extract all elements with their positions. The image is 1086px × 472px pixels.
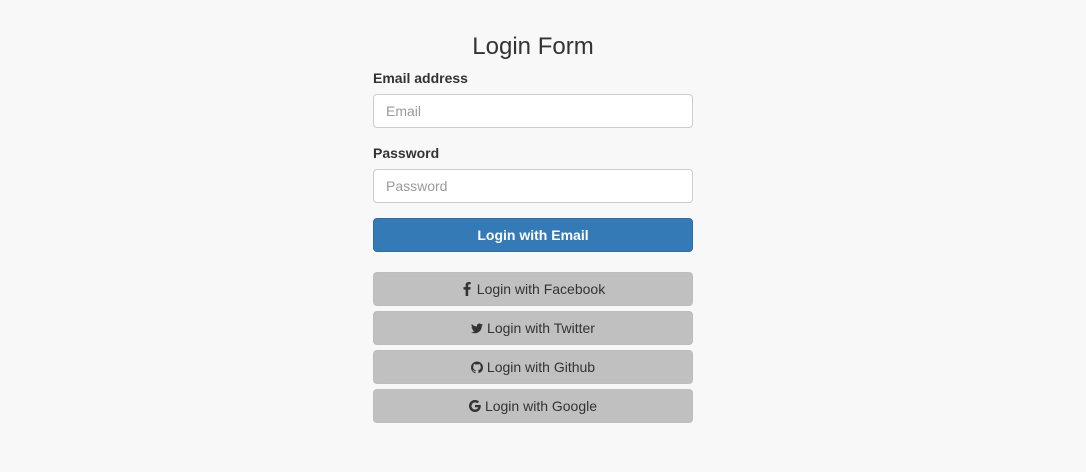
login-github-button[interactable]: Login with Github: [373, 350, 693, 384]
login-form: Login Form Email address Password Login …: [373, 0, 693, 428]
page-title: Login Form: [472, 33, 594, 60]
login-google-button[interactable]: Login with Google: [373, 389, 693, 423]
password-label: Password: [373, 145, 440, 161]
login-facebook-label: Login with Facebook: [476, 281, 606, 297]
login-google-label: Login with Google: [484, 398, 598, 414]
password-field[interactable]: [373, 169, 693, 203]
email-label: Email address: [373, 70, 468, 86]
facebook-icon: [461, 282, 473, 296]
login-email-button[interactable]: Login with Email: [373, 218, 693, 252]
login-github-label: Login with Github: [486, 359, 596, 375]
login-twitter-label: Login with Twitter: [487, 320, 595, 336]
twitter-icon: [471, 321, 484, 335]
login-facebook-button[interactable]: Login with Facebook: [373, 272, 693, 306]
login-twitter-button[interactable]: Login with Twitter: [373, 311, 693, 345]
github-icon: [470, 360, 483, 374]
social-login-list: Login with Facebook Login with Twitter L…: [373, 272, 693, 423]
google-icon: [468, 399, 481, 413]
login-email-label: Login with Email: [477, 227, 589, 243]
email-field[interactable]: [373, 94, 693, 128]
